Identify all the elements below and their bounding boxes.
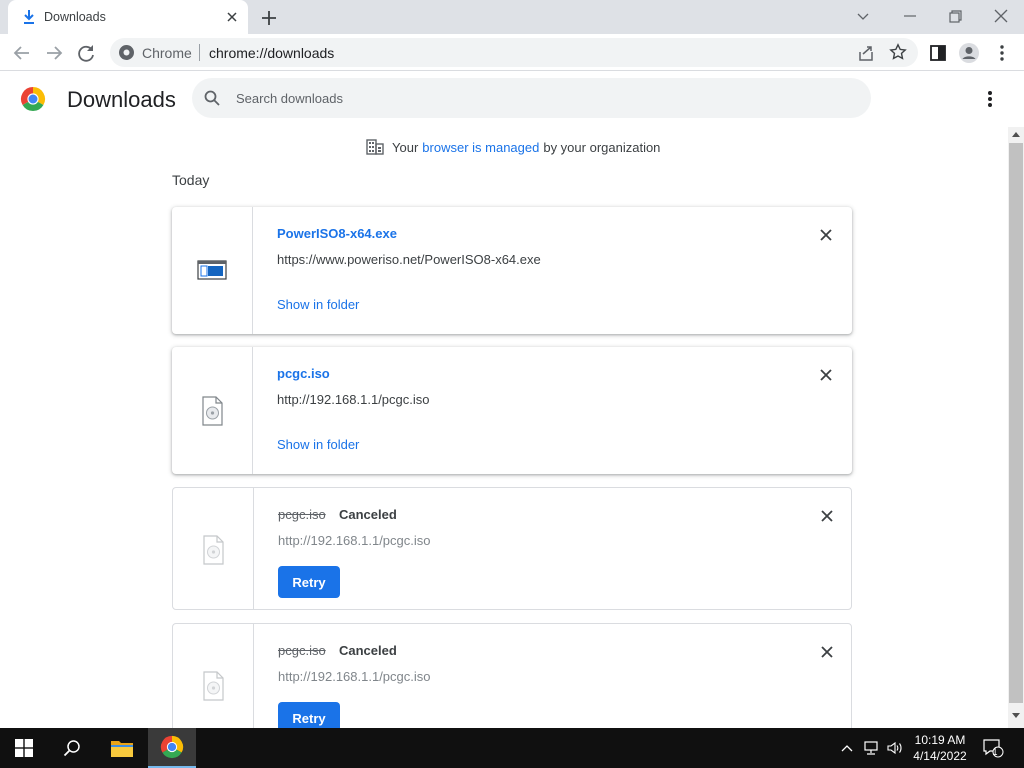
action-center-button[interactable]: 1 [978, 728, 1008, 768]
volume-icon [887, 741, 902, 755]
retry-button[interactable]: Retry [278, 566, 340, 598]
iso-file-icon [203, 671, 224, 701]
share-icon[interactable] [857, 44, 875, 62]
chevron-up-icon [841, 745, 853, 752]
date-heading: Today [172, 172, 210, 188]
clock-date: 4/14/2022 [913, 749, 967, 763]
scroll-thumb[interactable] [1009, 143, 1023, 703]
taskbar-search-button[interactable] [48, 728, 96, 768]
file-name: pcgc.iso [278, 643, 326, 658]
chrome-icon [160, 735, 184, 759]
download-icon [24, 10, 34, 24]
side-panel-icon[interactable] [927, 42, 949, 64]
restore-icon[interactable] [943, 4, 967, 28]
download-item-canceled: pcgc.iso Canceled http://192.168.1.1/pcg… [172, 487, 852, 610]
iso-file-icon [202, 396, 223, 426]
remove-icon[interactable] [818, 507, 836, 525]
managed-notice: Your browser is managed by your organiza… [366, 139, 660, 155]
show-in-folder-link[interactable]: Show in folder [277, 297, 359, 312]
omnibox-chip: Chrome [142, 45, 192, 61]
managed-suffix: by your organization [543, 139, 661, 155]
file-icon-column [173, 488, 254, 609]
show-in-folder-link[interactable]: Show in folder [277, 437, 359, 452]
file-name-link[interactable]: pcgc.iso [277, 366, 330, 381]
network-button[interactable] [860, 728, 882, 768]
taskbar: 10:19 AM 4/14/2022 1 [0, 728, 1024, 768]
remove-icon[interactable] [817, 226, 835, 244]
file-icon-column [173, 624, 254, 728]
page-title: Downloads [67, 87, 176, 112]
close-icon[interactable] [224, 9, 240, 25]
file-url[interactable]: http://192.168.1.1/pcgc.iso [278, 533, 431, 548]
file-name: pcgc.iso [278, 507, 326, 522]
file-name-link[interactable]: PowerISO8-x64.exe [277, 226, 397, 241]
exe-file-icon [197, 260, 227, 280]
building-icon [366, 139, 384, 155]
tab-strip: Downloads [0, 0, 1024, 34]
status-text: Canceled [339, 643, 397, 658]
tab-search-icon[interactable] [851, 4, 875, 28]
clock[interactable]: 10:19 AM 4/14/2022 [906, 732, 974, 764]
tab-title: Downloads [44, 10, 106, 24]
omnibox[interactable]: Chrome chrome://downloads [110, 38, 918, 67]
star-icon[interactable] [889, 43, 907, 61]
file-icon-column [172, 207, 253, 334]
clock-time: 10:19 AM [914, 733, 966, 747]
file-icon-column [172, 347, 253, 474]
download-item: PowerISO8-x64.exe https://www.poweriso.n… [172, 207, 852, 334]
show-hidden-icons-button[interactable] [836, 728, 858, 768]
chrome-logo [20, 87, 46, 112]
search-box[interactable] [192, 78, 871, 118]
scrollbar[interactable] [1008, 127, 1024, 728]
downloads-list: Your browser is managed by your organiza… [0, 127, 1008, 728]
retry-button[interactable]: Retry [278, 702, 340, 728]
file-url[interactable]: http://192.168.1.1/pcgc.iso [278, 669, 431, 684]
status-text: Canceled [339, 507, 397, 522]
toolbar: Chrome chrome://downloads [0, 34, 1024, 71]
folder-icon [111, 741, 133, 757]
downloads-header: Downloads [0, 71, 1024, 127]
close-window-icon[interactable] [989, 4, 1013, 28]
tab-downloads[interactable]: Downloads [8, 0, 248, 34]
file-url[interactable]: http://192.168.1.1/pcgc.iso [277, 392, 430, 407]
managed-link[interactable]: browser is managed [422, 140, 539, 155]
search-icon [63, 740, 80, 757]
windows-logo-icon [15, 739, 33, 757]
scroll-up-arrow-icon[interactable] [1012, 131, 1020, 137]
reload-icon[interactable] [75, 42, 97, 64]
start-button[interactable] [0, 728, 48, 768]
notification-count: 1 [992, 747, 998, 757]
menu-icon[interactable] [991, 42, 1013, 64]
back-icon[interactable] [11, 42, 33, 64]
download-item-canceled: pcgc.iso Canceled http://192.168.1.1/pcg… [172, 623, 852, 728]
search-input[interactable] [236, 78, 836, 118]
remove-icon[interactable] [817, 366, 835, 384]
site-info-icon[interactable] [118, 44, 135, 61]
minimize-icon[interactable] [898, 4, 922, 28]
chrome-taskbar-button[interactable] [148, 728, 196, 768]
volume-button[interactable] [884, 728, 906, 768]
profile-icon[interactable] [958, 42, 980, 64]
scroll-down-arrow-icon[interactable] [1012, 713, 1020, 719]
file-explorer-button[interactable] [98, 728, 146, 768]
file-url[interactable]: https://www.poweriso.net/PowerISO8-x64.e… [277, 252, 541, 267]
download-item: pcgc.iso http://192.168.1.1/pcgc.iso Sho… [172, 347, 852, 474]
omnibox-separator [199, 44, 200, 61]
omnibox-url[interactable]: chrome://downloads [209, 45, 334, 61]
search-icon [204, 90, 220, 106]
managed-prefix: Your [392, 139, 419, 155]
new-tab-icon[interactable] [258, 7, 280, 29]
remove-icon[interactable] [818, 643, 836, 661]
iso-file-icon [203, 535, 224, 565]
forward-icon[interactable] [43, 42, 65, 64]
network-icon [864, 741, 878, 755]
more-icon[interactable] [980, 88, 1000, 110]
